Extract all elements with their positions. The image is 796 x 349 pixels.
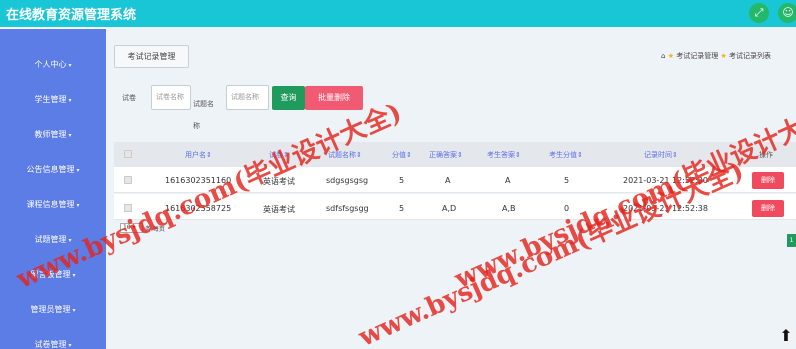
cell-answer: A — [505, 176, 511, 185]
delete-button[interactable]: 删除 — [752, 172, 784, 189]
star-icon: ★ — [720, 52, 727, 60]
paper-filter-label: 试卷 — [122, 94, 136, 102]
sidebar-item-teachers[interactable]: 教师管理 ▾ — [0, 129, 106, 140]
cell-score: 5 — [399, 176, 405, 185]
back-to-top-icon[interactable]: ⬆ — [777, 327, 795, 345]
delete-button[interactable]: 删除 — [752, 200, 784, 217]
column-header-time[interactable]: 记录时间⇕ — [644, 150, 678, 160]
cell-paper: 英语考试 — [263, 205, 295, 214]
breadcrumb-item: 考试记录列表 — [728, 52, 771, 60]
sort-icon: ⇕ — [515, 151, 521, 159]
cell-score: 5 — [399, 204, 405, 213]
column-header-got[interactable]: 考生分值⇕ — [549, 150, 583, 160]
sort-icon: ⇕ — [577, 151, 583, 159]
breadcrumb: ⌂ ★ 考试记录管理 ★ 考试记录列表 — [661, 51, 771, 61]
chevron-down-icon: ▾ — [68, 132, 72, 139]
paper-search-input[interactable]: 试卷名称 — [151, 85, 191, 110]
column-header-answer[interactable]: 考生答案⇕ — [487, 150, 521, 160]
cell-question: sdfsfsgsgg — [326, 204, 369, 213]
search-button[interactable]: 查询 — [272, 86, 305, 110]
sidebar — [0, 29, 106, 349]
column-header-correct[interactable]: 正确答案⇕ — [429, 150, 463, 160]
chevron-down-icon: ▾ — [68, 342, 72, 349]
sidebar-item-students[interactable]: 学生管理 ▾ — [0, 94, 106, 105]
home-icon[interactable]: ⌂ — [661, 52, 665, 60]
page-title: 考试记录管理 — [114, 45, 189, 68]
chevron-down-icon: ▾ — [68, 62, 72, 69]
sidebar-item-papers[interactable]: 试卷管理 ▾ — [0, 339, 106, 349]
sidebar-item-admins[interactable]: 管理员管理 ▾ — [0, 304, 106, 315]
column-header-score[interactable]: 分值⇕ — [392, 150, 412, 160]
cell-correct: A,D — [442, 204, 457, 213]
select-all-checkbox[interactable] — [124, 150, 132, 158]
expand-icon[interactable]: ⤢ — [749, 3, 769, 23]
star-icon: ★ — [667, 52, 674, 60]
question-filter-label: 试题名称 — [193, 100, 214, 130]
cell-answer: A,B — [502, 204, 516, 213]
cell-got: 5 — [564, 176, 570, 185]
column-header-user[interactable]: 用户名⇕ — [185, 150, 212, 160]
batch-delete-button[interactable]: 批量删除 — [305, 86, 363, 110]
app-title: 在线教育资源管理系统 — [6, 8, 137, 23]
page-number-button[interactable]: 1 — [787, 234, 796, 247]
sidebar-item-notices[interactable]: 公告信息管理 ▾ — [0, 164, 106, 175]
sort-icon: ⇕ — [356, 151, 362, 159]
breadcrumb-item[interactable]: 考试记录管理 — [676, 52, 718, 60]
sort-icon: ⇕ — [672, 151, 678, 159]
sort-icon: ⇕ — [457, 151, 463, 159]
chevron-down-icon: ▾ — [76, 202, 80, 209]
chevron-down-icon: ▾ — [72, 307, 76, 314]
sidebar-item-personal[interactable]: 个人中心 ▾ — [0, 59, 106, 70]
chevron-down-icon: ▾ — [68, 97, 72, 104]
chevron-down-icon: ▾ — [76, 167, 80, 174]
user-icon[interactable]: ☺ — [778, 3, 796, 23]
sort-icon: ⇕ — [206, 151, 212, 159]
sidebar-item-courses[interactable]: 课程信息管理 ▾ — [0, 199, 106, 210]
sort-icon: ⇕ — [406, 151, 412, 159]
cell-correct: A — [445, 176, 451, 185]
row-checkbox[interactable] — [124, 176, 132, 184]
cell-question: sdgsgsgsg — [326, 176, 369, 185]
question-search-input[interactable]: 试题名称 — [226, 85, 269, 110]
